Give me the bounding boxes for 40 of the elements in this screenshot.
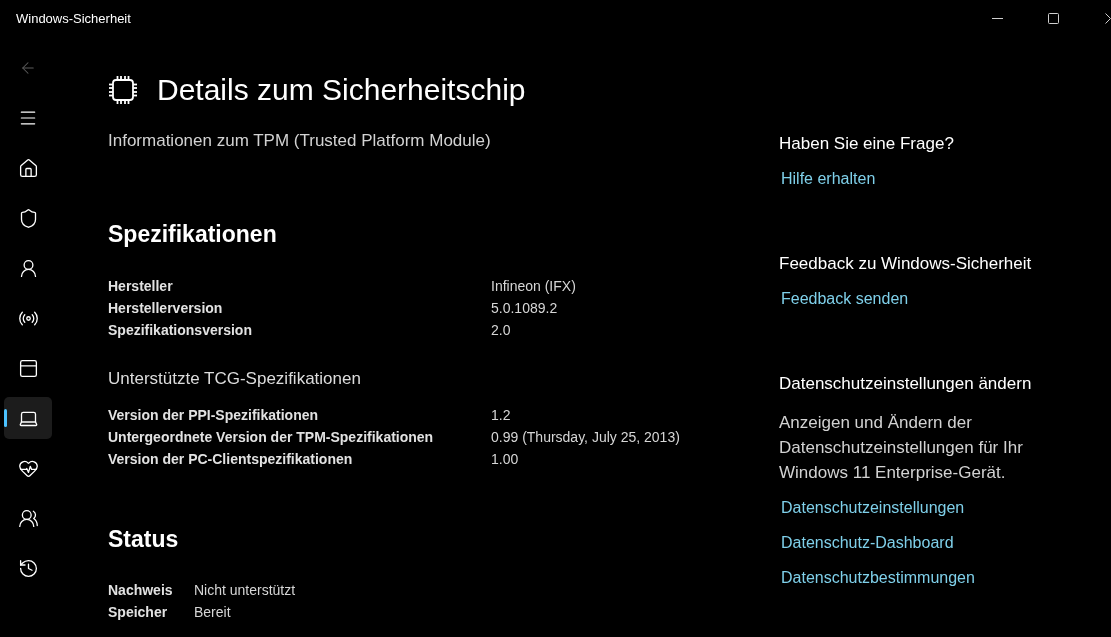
row-value: 1.00 [491, 450, 520, 469]
row-value: 5.0.1089.2 [491, 299, 559, 318]
link[interactable]: Datenschutzeinstellungen [781, 496, 965, 520]
window-icon [17, 357, 39, 379]
section-heading: Status [108, 525, 180, 554]
row-label: Nachweis [108, 581, 174, 600]
history-icon [17, 557, 39, 579]
home-icon [17, 157, 39, 179]
row-value: 1.2 [491, 406, 512, 425]
row-value: Bereit [194, 603, 232, 622]
close-icon[interactable] [1105, 12, 1111, 24]
panel-heading: Datenschutzeinstellungen ändern [779, 373, 1032, 395]
row-label: Hersteller [108, 277, 174, 296]
row-value: Nicht unterstützt [194, 581, 296, 600]
row-label: Version der PPI-Spezifikationen [108, 406, 320, 425]
people-icon [17, 507, 39, 529]
panel-heading: Haben Sie eine Frage? [779, 133, 954, 155]
row-label: Spezifikationsversion [108, 321, 253, 340]
link[interactable]: Feedback senden [781, 287, 909, 311]
section-heading: Spezifikationen [108, 220, 278, 249]
row-value: Infineon (IFX) [491, 277, 576, 296]
panel-description: Anzeigen und Ändern der Datenschutzeinstellungen für Ihr Windows 11 Enterprise-Gerät. [779, 412, 1024, 484]
link[interactable]: Datenschutz-Dashboard [781, 531, 954, 555]
maximize-icon[interactable] [1047, 12, 1059, 24]
page-title: Details zum Sicherheitschip [157, 72, 526, 108]
link[interactable]: Datenschutzbestimmungen [781, 566, 975, 590]
page-subtitle: Informationen zum TPM (Trusted Platform Module) [108, 130, 492, 152]
chip-icon [108, 75, 138, 105]
row-value: 2.0 [491, 321, 512, 340]
link[interactable]: Hilfe erhalten [781, 167, 876, 191]
row-label: Untergeordnete Version der TPM-Spezifikationen [108, 428, 435, 447]
nav-item[interactable] [4, 397, 52, 439]
row-label: Speicher [108, 603, 169, 622]
row-value: 0.99 (Thursday, July 25, 2013) [491, 428, 680, 447]
row-label: Version der PC-Clientspezifikationen [108, 450, 354, 469]
window-title: Windows-Sicherheit [16, 10, 131, 26]
panel-heading: Feedback zu Windows-Sicherheit [779, 253, 1032, 275]
subsection-heading: Unterstützte TCG-Spezifikationen [108, 368, 362, 390]
row-label: Herstellerversion [108, 299, 224, 318]
minimize-icon[interactable] [991, 17, 1003, 19]
